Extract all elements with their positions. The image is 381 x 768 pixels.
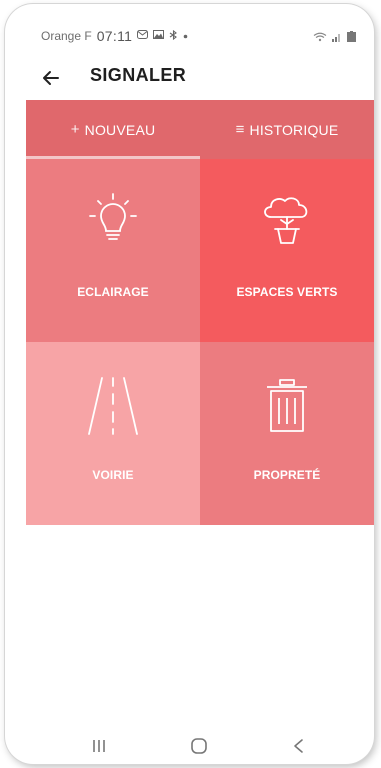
signal-icon [332,29,342,47]
dot-icon [183,30,188,42]
home-icon[interactable] [179,734,219,758]
status-bar: Orange F 07:11 [5,4,374,54]
page-title: SIGNALER [90,65,187,85]
list-icon: ≡ [235,121,245,138]
bluetooth-icon [169,29,178,43]
clock: 07:11 [96,28,133,44]
mail-icon [137,30,149,42]
tab-historique[interactable]: ≡ HISTORIQUE [200,100,374,159]
category-label: VOIRIE [92,468,134,482]
category-eclairage[interactable]: ECLAIRAGE [26,159,200,342]
lightbulb-icon [88,193,138,252]
tab-bar: + NOUVEAU ≡ HISTORIQUE [26,100,374,159]
category-proprete[interactable]: PROPRETÉ [200,342,374,525]
category-grid: ECLAIRAGE ESPACES VERTS VOIRIE PROPRETÉ [26,159,374,525]
tab-historique-label: HISTORIQUE [249,121,339,138]
category-espaces-verts[interactable]: ESPACES VERTS [200,159,374,342]
tab-nouveau[interactable]: + NOUVEAU [26,100,200,159]
road-icon [85,374,141,443]
status-right [313,29,356,47]
trash-bin-icon [265,378,309,439]
category-voirie[interactable]: VOIRIE [26,342,200,525]
plus-icon: + [70,121,80,138]
system-nav-bar [5,732,374,764]
gallery-icon [153,30,165,42]
wifi-icon [313,29,327,47]
back-arrow-icon[interactable] [37,64,65,92]
recents-icon[interactable] [79,734,119,758]
tab-nouveau-label: NOUVEAU [84,121,156,138]
app-bar: SIGNALER [5,56,374,100]
phone-frame: Orange F 07:11 SIGNALER + NOUVEAU ≡ HIST… [5,4,374,764]
category-label: ECLAIRAGE [77,285,149,299]
battery-icon [347,29,356,47]
potted-tree-icon [258,193,316,252]
status-left: Orange F 07:11 [41,28,188,44]
carrier-name: Orange F [41,29,92,43]
category-label: ESPACES VERTS [236,285,338,299]
category-label: PROPRETÉ [253,468,321,482]
back-icon[interactable] [279,734,319,758]
